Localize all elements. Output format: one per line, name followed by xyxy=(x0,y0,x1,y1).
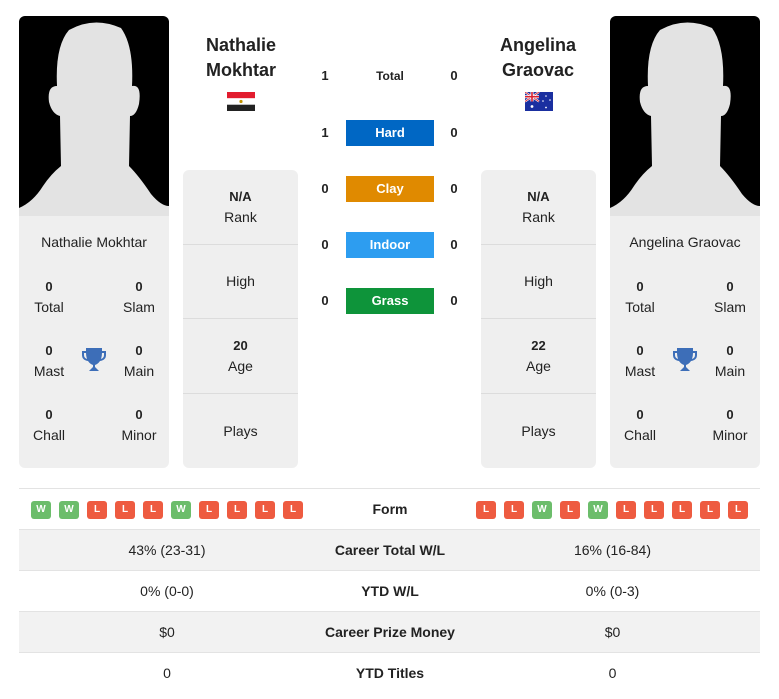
h2h-clay-row: 0 Clay 0 xyxy=(310,176,470,202)
trophy-icon xyxy=(82,348,106,371)
player1-titles-main: 0 Main xyxy=(123,343,155,379)
form-loss-badge[interactable]: L xyxy=(616,501,636,519)
player2-card-name[interactable]: Angelina Graovac xyxy=(610,234,760,250)
h2h-total-row: 1 Total 0 xyxy=(310,63,470,89)
player2-titles-total: 0 Total xyxy=(625,279,655,315)
h2h-indoor-row: 0 Indoor 0 xyxy=(310,232,470,258)
player1-ytd-titles: 0 xyxy=(163,665,171,681)
h2h-hard-p2: 0 xyxy=(450,125,458,140)
form-loss-badge[interactable]: L xyxy=(728,501,748,519)
ytd-wl-row: 0% (0-0) YTD W/L 0% (0-3) xyxy=(19,571,760,612)
surface-grass-badge[interactable]: Grass xyxy=(346,288,434,314)
career-wl-label: Career Total W/L xyxy=(334,542,446,558)
h2h-grass-row: 0 Grass 0 xyxy=(310,288,470,314)
form-win-badge[interactable]: W xyxy=(59,501,79,519)
player1-photo xyxy=(19,16,169,216)
australia-flag-icon xyxy=(525,92,553,111)
player2-titles-minor: 0 Minor xyxy=(712,407,748,443)
player2-titles-slam: 0 Slam xyxy=(714,279,746,315)
form-loss-badge[interactable]: L xyxy=(199,501,219,519)
player1-info-panel: N/A Rank High 20 Age Plays xyxy=(183,170,298,468)
player2-titles-main: 0 Main xyxy=(714,343,746,379)
player2-high: High xyxy=(481,245,596,319)
comparison-table: WWLLLWLLLL Form LLWLWLLLLL 43% (23-31) C… xyxy=(19,488,760,694)
career-wl-row: 43% (23-31) Career Total W/L 16% (16-84) xyxy=(19,530,760,571)
player1-titles-mast: 0 Mast xyxy=(33,343,65,379)
form-loss-badge[interactable]: L xyxy=(672,501,692,519)
ytd-wl-label: YTD W/L xyxy=(361,583,419,599)
form-loss-badge[interactable]: L xyxy=(227,501,247,519)
player1-high: High xyxy=(183,245,298,319)
form-row: WWLLLWLLLL Form LLWLWLLLLL xyxy=(19,489,760,530)
player2-age: 22 Age xyxy=(481,319,596,394)
player2-info-panel: N/A Rank High 22 Age Plays xyxy=(481,170,596,468)
h2h-clay-p2: 0 xyxy=(450,181,458,196)
form-win-badge[interactable]: W xyxy=(31,501,51,519)
player2-plays: Plays xyxy=(521,422,556,439)
player1-titles-total: 0 Total xyxy=(34,279,64,315)
silhouette-icon xyxy=(610,22,760,216)
ytd-titles-row: 0 YTD Titles 0 xyxy=(19,653,760,694)
silhouette-icon xyxy=(19,22,169,216)
form-loss-badge[interactable]: L xyxy=(476,501,496,519)
player2-prize-money: $0 xyxy=(604,624,621,640)
h2h-hard-p1: 1 xyxy=(321,125,329,140)
h2h-grass-p1: 0 xyxy=(321,293,329,308)
player1-career-wl: 43% (23-31) xyxy=(128,542,206,558)
player1-rank: N/A Rank xyxy=(183,170,298,245)
prize-money-row: $0 Career Prize Money $0 xyxy=(19,612,760,653)
form-loss-badge[interactable]: L xyxy=(115,501,135,519)
surface-indoor-badge[interactable]: Indoor xyxy=(346,232,434,258)
player2-titles-mast: 0 Mast xyxy=(624,343,656,379)
h2h-grass-p2: 0 xyxy=(450,293,458,308)
form-loss-badge[interactable]: L xyxy=(87,501,107,519)
player2-career-wl: 16% (16-84) xyxy=(573,542,652,558)
player1-form: WWLLLWLLLL xyxy=(31,501,303,519)
form-win-badge[interactable]: W xyxy=(588,501,608,519)
h2h-indoor-p2: 0 xyxy=(450,237,458,252)
form-loss-badge[interactable]: L xyxy=(560,501,580,519)
form-loss-badge[interactable]: L xyxy=(283,501,303,519)
player2-ytd-wl: 0% (0-3) xyxy=(585,583,640,599)
player2-photo xyxy=(610,16,760,216)
form-loss-badge[interactable]: L xyxy=(143,501,163,519)
form-loss-badge[interactable]: L xyxy=(255,501,275,519)
surface-clay-badge[interactable]: Clay xyxy=(346,176,434,202)
surface-hard-badge[interactable]: Hard xyxy=(346,120,434,146)
form-label: Form xyxy=(372,501,408,517)
ytd-titles-label: YTD Titles xyxy=(355,665,425,681)
form-loss-badge[interactable]: L xyxy=(644,501,664,519)
player1-prize-money: $0 xyxy=(159,624,175,640)
player2-rank: N/A Rank xyxy=(481,170,596,245)
player1-name[interactable]: Nathalie Mokhtar xyxy=(166,33,316,83)
player1-ytd-wl: 0% (0-0) xyxy=(140,583,194,599)
player2-titles-chall: 0 Chall xyxy=(624,407,656,443)
player1-card: Nathalie Mokhtar 0 Total 0 Slam 0 Mast 0… xyxy=(19,16,169,468)
player1-titles-chall: 0 Chall xyxy=(33,407,65,443)
h2h-total-label: Total xyxy=(376,69,404,83)
form-win-badge[interactable]: W xyxy=(532,501,552,519)
player2-name[interactable]: Angelina Graovac xyxy=(463,33,613,83)
player1-age: 20 Age xyxy=(183,319,298,394)
prize-money-label: Career Prize Money xyxy=(325,624,455,640)
player1-card-name[interactable]: Nathalie Mokhtar xyxy=(19,234,169,250)
player2-form: LLWLWLLLLL xyxy=(476,501,748,519)
player1-plays: Plays xyxy=(223,422,258,439)
player2-ytd-titles: 0 xyxy=(608,665,617,681)
form-win-badge[interactable]: W xyxy=(171,501,191,519)
h2h-total-p1: 1 xyxy=(321,68,329,83)
h2h-hard-row: 1 Hard 0 xyxy=(310,120,470,146)
h2h-clay-p1: 0 xyxy=(321,181,329,196)
trophy-icon xyxy=(673,348,697,371)
form-loss-badge[interactable]: L xyxy=(504,501,524,519)
egypt-flag-icon xyxy=(227,92,255,111)
player1-titles-minor: 0 Minor xyxy=(121,407,157,443)
player2-card: Angelina Graovac 0 Total 0 Slam 0 Mast 0… xyxy=(610,16,760,468)
form-loss-badge[interactable]: L xyxy=(700,501,720,519)
player1-titles-slam: 0 Slam xyxy=(123,279,155,315)
h2h-indoor-p1: 0 xyxy=(321,237,329,252)
